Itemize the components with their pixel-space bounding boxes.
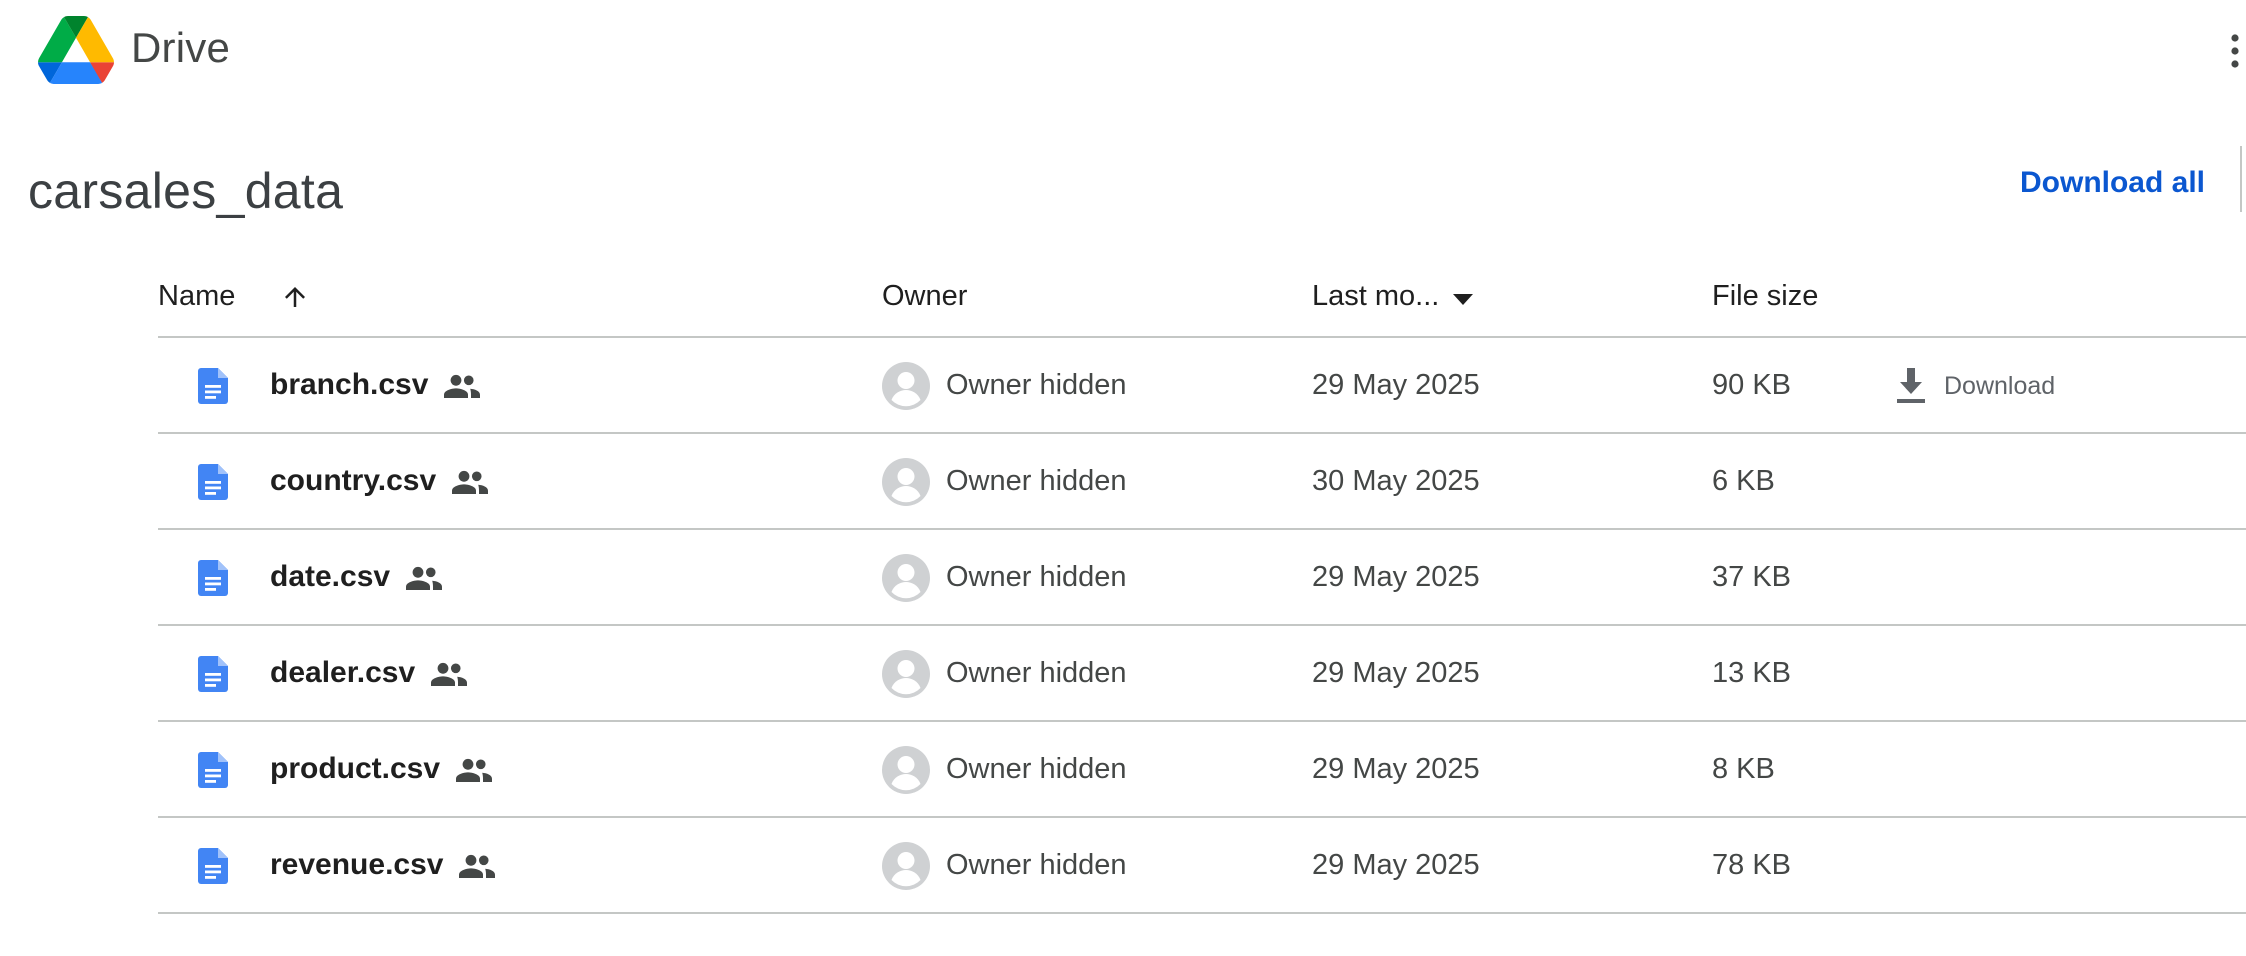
table-row[interactable]: dealer.csv Owner hidden 29 May 2025 13 K… <box>158 626 2246 722</box>
caret-down-icon[interactable] <box>1453 281 1474 314</box>
top-bar: Drive <box>0 0 2246 102</box>
column-header-owner: Owner <box>882 280 968 312</box>
last-modified-label: 29 May 2025 <box>1312 369 1480 401</box>
avatar <box>882 650 930 698</box>
folder-title: carsales_data <box>28 163 344 219</box>
avatar <box>882 458 930 506</box>
table-row[interactable]: branch.csv Owner hidden 29 May 2025 90 K… <box>158 338 2246 434</box>
file-name[interactable]: dealer.csv <box>270 656 468 690</box>
table-row[interactable]: country.csv Owner hidden 30 May 2025 6 K… <box>158 434 2246 530</box>
row-download-button[interactable]: Download <box>1894 360 2055 412</box>
avatar <box>882 554 930 602</box>
table-row[interactable]: product.csv Owner hidden 29 May 2025 8 K… <box>158 722 2246 818</box>
owner-label: Owner hidden <box>946 753 1127 785</box>
last-modified-label: 29 May 2025 <box>1312 753 1480 785</box>
avatar <box>882 842 930 890</box>
file-size-label: 37 KB <box>1712 561 1791 593</box>
file-size-label: 78 KB <box>1712 849 1791 881</box>
last-modified-label: 29 May 2025 <box>1312 657 1480 689</box>
document-icon <box>198 752 228 788</box>
file-size-label: 8 KB <box>1712 753 1775 785</box>
arrow-up-icon[interactable] <box>280 282 310 312</box>
file-name[interactable]: revenue.csv <box>270 848 496 882</box>
file-name[interactable]: product.csv <box>270 752 493 786</box>
shared-people-icon <box>456 756 493 783</box>
file-name-label: branch.csv <box>270 368 429 401</box>
owner-label: Owner hidden <box>946 561 1127 593</box>
download-icon <box>1897 368 1925 403</box>
document-icon <box>198 464 228 500</box>
table-header: Name Owner Last mo... File size <box>158 252 2246 338</box>
shared-people-icon <box>452 468 489 495</box>
file-size-label: 90 KB <box>1712 369 1791 401</box>
file-name-label: country.csv <box>270 464 437 497</box>
column-header-last-modified-label: Last mo... <box>1312 280 1440 312</box>
column-header-last-modified[interactable]: Last mo... <box>1312 280 1474 314</box>
shared-people-icon <box>406 564 443 591</box>
google-drive-logo-icon[interactable] <box>38 16 114 84</box>
file-name[interactable]: country.csv <box>270 464 489 498</box>
divider <box>2240 146 2242 212</box>
column-header-file-size: File size <box>1712 280 1819 312</box>
last-modified-label: 29 May 2025 <box>1312 849 1480 881</box>
document-icon <box>198 560 228 596</box>
download-all-button[interactable]: Download all <box>2020 166 2205 200</box>
table-row[interactable]: date.csv Owner hidden 29 May 2025 37 KB <box>158 530 2246 626</box>
last-modified-label: 29 May 2025 <box>1312 561 1480 593</box>
owner-label: Owner hidden <box>946 465 1127 497</box>
file-name-label: revenue.csv <box>270 848 444 881</box>
owner-label: Owner hidden <box>946 369 1127 401</box>
more-vert-icon[interactable] <box>2224 28 2246 74</box>
file-size-label: 6 KB <box>1712 465 1775 497</box>
column-header-name[interactable]: Name <box>158 280 235 313</box>
file-name[interactable]: date.csv <box>270 560 443 594</box>
avatar <box>882 746 930 794</box>
file-size-label: 13 KB <box>1712 657 1791 689</box>
drive-app: Drive carsales_data Download all Name Ow… <box>0 0 2246 956</box>
avatar <box>882 362 930 410</box>
shared-people-icon <box>459 852 496 879</box>
file-name[interactable]: branch.csv <box>270 368 481 402</box>
document-icon <box>198 848 228 884</box>
file-name-label: dealer.csv <box>270 656 416 689</box>
document-icon <box>198 656 228 692</box>
document-icon <box>198 368 228 404</box>
table-row[interactable]: revenue.csv Owner hidden 29 May 2025 78 … <box>158 818 2246 914</box>
file-table: Name Owner Last mo... File size branch.c… <box>158 252 2246 914</box>
owner-label: Owner hidden <box>946 657 1127 689</box>
owner-label: Owner hidden <box>946 849 1127 881</box>
shared-people-icon <box>431 660 468 687</box>
file-name-label: date.csv <box>270 560 391 593</box>
brand-name: Drive <box>131 24 231 71</box>
last-modified-label: 30 May 2025 <box>1312 465 1480 497</box>
row-download-label: Download <box>1944 371 2056 400</box>
file-name-label: product.csv <box>270 752 441 785</box>
file-list: branch.csv Owner hidden 29 May 2025 90 K… <box>158 338 2246 914</box>
shared-people-icon <box>444 372 481 399</box>
